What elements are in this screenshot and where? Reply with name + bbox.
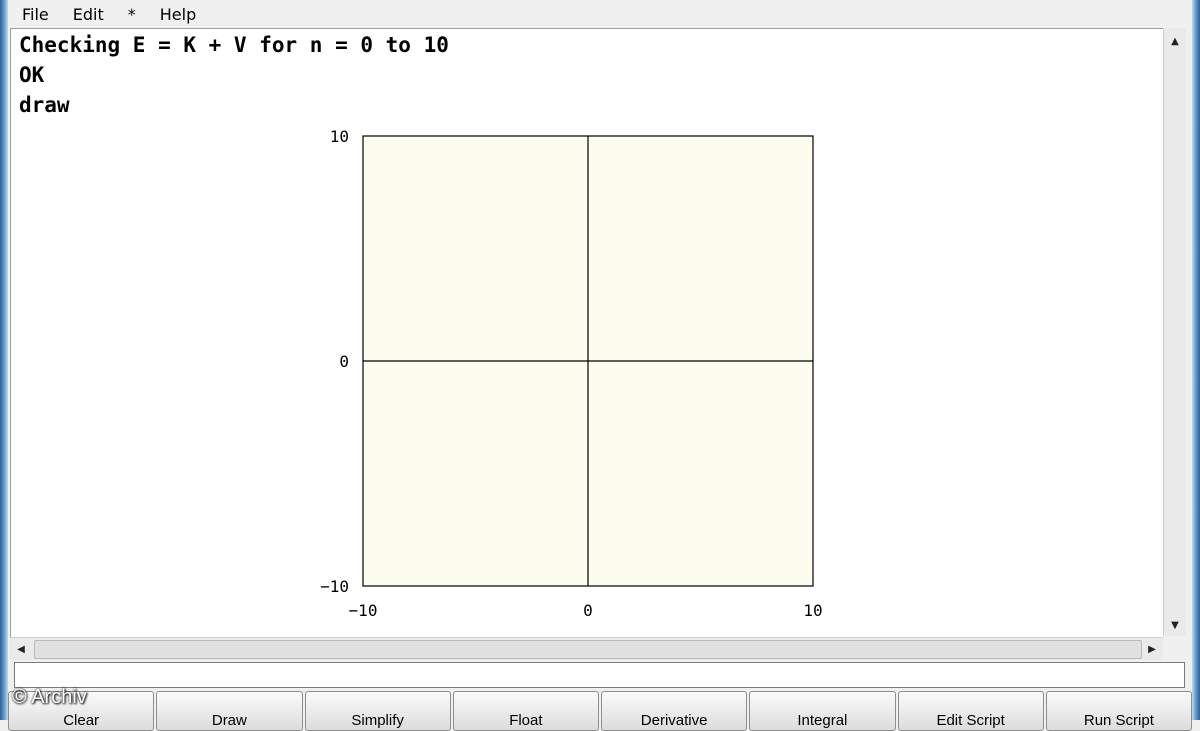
window-frame-left [0, 0, 8, 720]
y-tick-label: 0 [339, 352, 349, 371]
scroll-left-icon[interactable]: ◀ [10, 638, 32, 660]
button-bar: Clear Draw Simplify Float Derivative Int… [8, 691, 1192, 731]
window-frame-right [1192, 0, 1200, 720]
horizontal-scrollbar[interactable]: ◀ ▶ [10, 637, 1163, 660]
draw-button[interactable]: Draw [156, 691, 303, 731]
output-pane[interactable]: Checking E = K + V for n = 0 to 10 OK dr… [10, 28, 1163, 637]
y-tick-label: 10 [330, 127, 349, 146]
x-tick-label: 0 [583, 601, 593, 620]
x-tick-label: 10 [803, 601, 822, 620]
scroll-down-icon[interactable]: ▼ [1164, 614, 1186, 636]
scroll-up-icon[interactable]: ▲ [1164, 30, 1186, 52]
x-tick-label: −10 [349, 601, 378, 620]
y-tick-label: −10 [320, 577, 349, 596]
command-input[interactable] [14, 662, 1185, 688]
menu-bar: File Edit * Help [8, 0, 1192, 28]
vertical-scrollbar[interactable]: ▲ ▼ [1163, 28, 1186, 636]
watermark: © Archiv [12, 686, 87, 708]
simplify-button[interactable]: Simplify [304, 691, 451, 731]
horizontal-scroll-thumb[interactable] [34, 640, 1142, 659]
edit-script-button[interactable]: Edit Script [897, 691, 1044, 731]
scroll-right-icon[interactable]: ▶ [1141, 638, 1163, 660]
menu-file[interactable]: File [8, 5, 59, 24]
menu-edit[interactable]: Edit [59, 5, 114, 24]
derivative-button[interactable]: Derivative [601, 691, 748, 731]
float-button[interactable]: Float [452, 691, 599, 731]
plot: −10 0 10 10 0 −10 [320, 127, 823, 620]
run-script-button[interactable]: Run Script [1045, 691, 1192, 731]
menu-star[interactable]: * [114, 5, 146, 24]
integral-button[interactable]: Integral [749, 691, 896, 731]
menu-help[interactable]: Help [146, 5, 206, 24]
